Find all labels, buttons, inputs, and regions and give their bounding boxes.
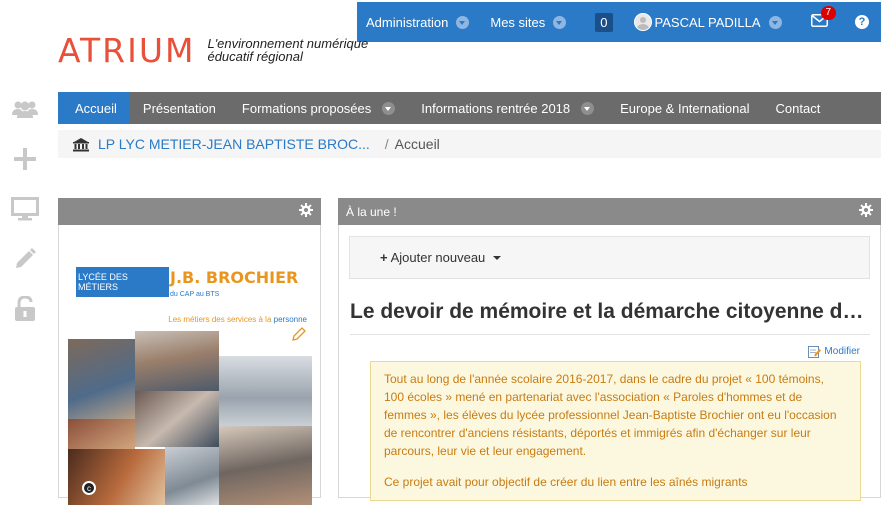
- menu-item-label: Europe & International: [620, 100, 750, 116]
- users-button[interactable]: [10, 84, 40, 134]
- copyright-icon: c: [82, 481, 96, 495]
- chevron-down-icon: [581, 101, 595, 115]
- menu-item-contact[interactable]: Contact: [763, 92, 834, 124]
- edit-button[interactable]: [10, 234, 40, 284]
- photo-8: [219, 426, 312, 505]
- my-sites-label: Mes sites: [490, 14, 546, 30]
- menu-item-label: Formations proposées: [241, 100, 372, 116]
- photo-7: [165, 447, 219, 505]
- menu-item-label: Accueil: [75, 100, 117, 116]
- news-portlet: À la une ! + Ajouter nouveau Le devoir d…: [338, 198, 881, 501]
- article-body: Tout au long de l'année scolaire 2016-20…: [370, 361, 861, 501]
- photo-6: [68, 449, 165, 505]
- menu-item-presentation[interactable]: Présentation: [130, 92, 229, 124]
- my-sites-menu[interactable]: Mes sites: [478, 2, 575, 42]
- left-tool-nav: [10, 84, 40, 334]
- photo-collage: c: [68, 331, 312, 505]
- count-badge: 0: [595, 12, 613, 32]
- add-new-label: Ajouter nouveau: [390, 250, 486, 265]
- chevron-down-icon: [553, 15, 567, 29]
- plus-icon: +: [380, 250, 388, 265]
- modify-link[interactable]: Modifier: [339, 345, 860, 358]
- add-new-button[interactable]: + Ajouter nouveau: [349, 236, 870, 279]
- school-building-icon: [72, 137, 90, 152]
- left-portlet-header: [58, 198, 321, 225]
- top-account-bar: Administration Mes sites 0 PASCAL PADILL…: [357, 2, 881, 42]
- display-button[interactable]: [10, 184, 40, 234]
- photo-3: [219, 356, 312, 426]
- lock-button[interactable]: [10, 284, 40, 334]
- menu-item-informations[interactable]: Informations rentrée 2018: [408, 92, 607, 124]
- messages-button[interactable]: 7: [791, 2, 837, 42]
- avatar: [633, 13, 652, 31]
- poster-tagline-b: personne: [273, 315, 307, 324]
- user-menu[interactable]: PASCAL PADILLA: [622, 2, 791, 42]
- administration-menu[interactable]: Administration: [357, 2, 478, 42]
- user-name: PASCAL PADILLA: [654, 14, 761, 30]
- main-menu: Accueil Présentation Formations proposée…: [58, 92, 881, 124]
- poster-subtitle: du CAP au BTS: [170, 291, 220, 298]
- modify-label: Modifier: [824, 346, 860, 357]
- poster-tagline-a: Les métiers des services à la: [168, 315, 272, 324]
- menu-item-label: Informations rentrée 2018: [421, 100, 571, 116]
- chevron-down-icon: [768, 15, 782, 29]
- add-button[interactable]: [10, 134, 40, 184]
- chevron-down-icon: [456, 15, 470, 29]
- school-poster[interactable]: LYCÉE DES MÉTIERS J.B. BROCHIER du CAP a…: [68, 239, 312, 505]
- logo-tagline: L'environnement numérique éducatif régio…: [207, 37, 368, 63]
- logo-tagline-line2: éducatif régional: [207, 49, 303, 64]
- monitor-icon: [11, 197, 39, 221]
- users-icon: [12, 101, 38, 118]
- news-portlet-title: À la une !: [346, 204, 397, 219]
- plus-icon: [14, 148, 36, 170]
- mail-count-badge: 7: [820, 6, 837, 20]
- menu-item-formations[interactable]: Formations proposées: [229, 92, 408, 124]
- poster-tag: LYCÉE DES MÉTIERS: [76, 267, 169, 297]
- menu-item-europe[interactable]: Europe & International: [607, 92, 762, 124]
- envelope-icon: 7: [810, 6, 837, 30]
- menu-item-accueil[interactable]: Accueil: [58, 92, 130, 124]
- help-button[interactable]: ?: [846, 2, 881, 42]
- photo-5: [68, 419, 135, 449]
- notification-count[interactable]: 0: [575, 2, 621, 42]
- unlock-icon: [15, 296, 35, 321]
- poster-tagline: Les métiers des services à la personne: [168, 315, 307, 324]
- menu-item-label: Présentation: [142, 100, 216, 116]
- photo-2: [135, 331, 219, 391]
- article-title[interactable]: Le devoir de mémoire et la démarche cito…: [350, 300, 870, 335]
- news-portlet-header: À la une !: [338, 198, 881, 225]
- logo-wordmark: ATRIUM: [58, 31, 196, 70]
- atrium-logo[interactable]: ATRIUM L'environnement numérique éducati…: [58, 31, 368, 70]
- photo-4: [135, 391, 219, 447]
- gear-icon[interactable]: [299, 203, 313, 220]
- breadcrumb-current: Accueil: [394, 136, 440, 152]
- help-icon: ?: [855, 15, 869, 29]
- pencil-icon: [16, 248, 36, 268]
- breadcrumb-school-link[interactable]: LP LYC METIER-JEAN BAPTISTE BROC...: [98, 136, 370, 152]
- edit-document-icon: [808, 346, 822, 358]
- administration-label: Administration: [366, 14, 449, 30]
- chevron-down-icon: [493, 255, 502, 260]
- poster-school-name: J.B. BROCHIER: [170, 268, 299, 287]
- photo-1: [68, 339, 135, 419]
- breadcrumb-separator: /: [384, 136, 389, 152]
- gear-icon[interactable]: [859, 203, 873, 220]
- chevron-down-icon: [382, 101, 396, 115]
- menu-item-label: Contact: [775, 100, 821, 116]
- left-portlet: LYCÉE DES MÉTIERS J.B. BROCHIER du CAP a…: [58, 198, 321, 505]
- breadcrumb: LP LYC METIER-JEAN BAPTISTE BROC... / Ac…: [58, 130, 881, 158]
- article-paragraph-2: Ce projet avait pour objectif de créer d…: [384, 475, 748, 489]
- article-paragraph-1: Tout au long de l'année scolaire 2016-20…: [384, 372, 837, 458]
